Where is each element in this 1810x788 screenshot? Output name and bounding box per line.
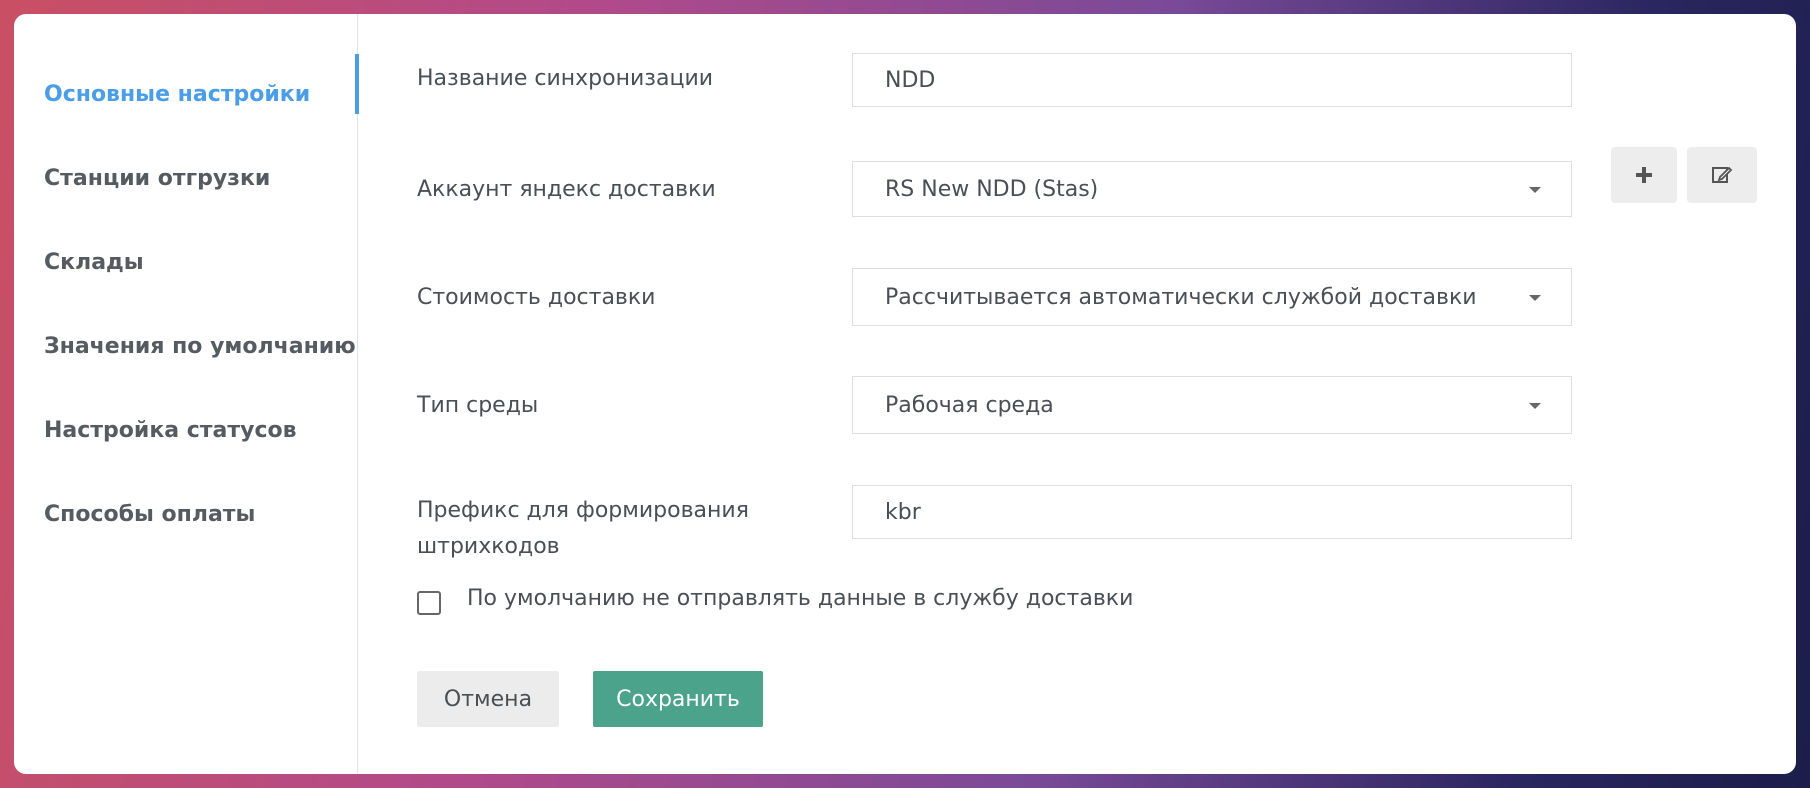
account-select-value: RS New NDD (Stas) — [885, 176, 1099, 202]
save-button[interactable]: Сохранить — [593, 671, 763, 727]
sync-name-label: Название синхронизации — [417, 66, 714, 91]
chevron-down-icon — [1529, 403, 1541, 409]
sidebar-item-statuses[interactable]: Настройка статусов — [44, 418, 297, 443]
prefix-label: Префикс для формирования штрихкодов — [417, 493, 749, 565]
sidebar-item-payment-methods[interactable]: Способы оплаты — [44, 502, 255, 527]
prefix-label-line2: штрихкодов — [417, 534, 560, 559]
delivery-cost-select[interactable]: Рассчитывается автоматически службой дос… — [852, 268, 1572, 326]
sidebar-item-shipping-stations[interactable]: Станции отгрузки — [44, 166, 270, 191]
prefix-label-line1: Префикс для формирования — [417, 498, 749, 523]
plus-icon — [1636, 167, 1652, 183]
sidebar-item-defaults[interactable]: Значения по умолчанию — [44, 334, 356, 359]
chevron-down-icon — [1529, 295, 1541, 301]
sidebar: Основные настройки Станции отгрузки Скла… — [14, 14, 359, 774]
edit-account-button[interactable] — [1687, 147, 1757, 203]
delivery-cost-value: Рассчитывается автоматически службой дос… — [885, 284, 1477, 310]
account-select[interactable]: RS New NDD (Stas) — [852, 161, 1572, 217]
add-account-button[interactable] — [1611, 147, 1677, 203]
sync-name-field[interactable] — [852, 53, 1572, 107]
account-label: Аккаунт яндекс доставки — [417, 177, 716, 202]
no-send-label[interactable]: По умолчанию не отправлять данные в служ… — [467, 586, 1133, 611]
delivery-cost-label: Стоимость доставки — [417, 285, 656, 310]
prefix-field[interactable] — [852, 485, 1572, 539]
sidebar-item-main-settings[interactable]: Основные настройки — [44, 82, 310, 107]
environment-value: Рабочая среда — [885, 392, 1054, 418]
active-indicator — [355, 54, 359, 114]
no-send-checkbox[interactable] — [417, 591, 441, 615]
sync-name-input[interactable] — [885, 67, 1571, 93]
prefix-input[interactable] — [885, 499, 1571, 525]
sidebar-item-warehouses[interactable]: Склады — [44, 250, 144, 275]
cancel-button[interactable]: Отмена — [417, 671, 559, 727]
edit-icon — [1712, 166, 1733, 183]
environment-label: Тип среды — [417, 393, 539, 418]
environment-select[interactable]: Рабочая среда — [852, 376, 1572, 434]
chevron-down-icon — [1529, 187, 1541, 193]
